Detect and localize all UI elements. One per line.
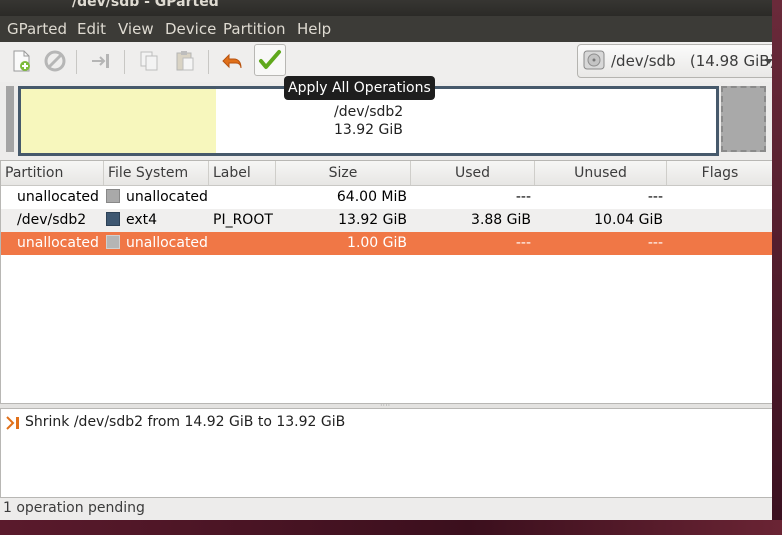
column-unused[interactable]: Unused xyxy=(535,161,667,185)
cell-used: --- xyxy=(515,235,531,251)
cell-flags xyxy=(671,209,772,232)
copy-icon xyxy=(140,51,158,71)
resize-operation-icon xyxy=(6,416,19,430)
menu-device[interactable]: Device xyxy=(165,20,216,38)
menu-gparted[interactable]: GParted xyxy=(7,20,67,38)
column-used[interactable]: Used xyxy=(411,161,535,185)
cell-label xyxy=(213,186,276,209)
column-partition[interactable]: Partition xyxy=(1,161,104,185)
graph-partition-size: 13.92 GiB xyxy=(334,122,403,138)
cell-file-system-text: unallocated xyxy=(126,235,208,251)
cell-file-system: unallocated xyxy=(106,186,209,209)
cell-used: 3.88 GiB xyxy=(471,212,531,228)
device-selector-label: /dev/sdb (14.98 GiB) xyxy=(611,52,772,70)
column-size[interactable]: Size xyxy=(276,161,411,185)
column-file-system[interactable]: File System xyxy=(104,161,209,185)
menu-partition[interactable]: Partition xyxy=(223,20,286,38)
graph-partition-name: /dev/sdb2 xyxy=(334,104,404,120)
cell-unused: --- xyxy=(647,189,663,205)
cell-partition: unallocated xyxy=(17,189,99,205)
operation-description: Shrink /dev/sdb2 from 14.92 GiB to 13.92… xyxy=(25,414,346,430)
paste-icon xyxy=(176,51,194,71)
cell-unused: --- xyxy=(647,235,663,251)
status-text: 1 operation pending xyxy=(3,500,145,516)
table-row[interactable]: unallocated unallocated 64.00 MiB --- --… xyxy=(1,186,772,209)
column-flags[interactable]: Flags xyxy=(667,161,772,185)
menu-view[interactable]: View xyxy=(118,20,154,38)
device-selector[interactable]: /dev/sdb (14.98 GiB) xyxy=(577,44,772,78)
status-bar: 1 operation pending xyxy=(0,498,772,520)
cell-flags xyxy=(671,186,772,209)
resize-move-button[interactable] xyxy=(86,46,116,76)
pending-operations-list: Shrink /dev/sdb2 from 14.92 GiB to 13.92… xyxy=(0,408,772,498)
gparted-window: /dev/sdb - GParted GParted Edit View Dev… xyxy=(0,0,772,520)
cell-unused: 10.04 GiB xyxy=(594,212,663,228)
tooltip: Apply All Operations xyxy=(284,76,435,100)
column-label[interactable]: Label xyxy=(209,161,276,185)
new-partition-button[interactable] xyxy=(6,46,36,76)
partition-table: Partition File System Label Size Used Un… xyxy=(0,160,772,404)
cell-file-system: ext4 xyxy=(106,209,209,232)
list-item[interactable]: Shrink /dev/sdb2 from 14.92 GiB to 13.92… xyxy=(1,413,772,433)
cell-partition: unallocated xyxy=(17,235,99,251)
desktop-background xyxy=(772,0,782,535)
cell-file-system: unallocated xyxy=(106,232,209,255)
graph-unallocated-end[interactable] xyxy=(721,86,766,152)
apply-all-operations-button[interactable] xyxy=(254,44,286,76)
delete-partition-button[interactable] xyxy=(40,46,70,76)
paste-button[interactable] xyxy=(170,46,200,76)
title-bar[interactable]: /dev/sdb - GParted xyxy=(0,0,772,16)
copy-button[interactable] xyxy=(134,46,164,76)
dropdown-arrow-icon xyxy=(765,59,772,64)
cell-used: --- xyxy=(515,189,531,205)
undo-arrow-icon xyxy=(222,53,242,69)
hard-disk-icon xyxy=(583,50,605,70)
menu-help[interactable]: Help xyxy=(297,20,331,38)
no-entry-icon xyxy=(44,50,66,72)
cell-partition: /dev/sdb2 xyxy=(17,212,87,228)
cell-size: 13.92 GiB xyxy=(338,212,407,228)
cell-size: 64.00 MiB xyxy=(336,189,407,205)
cell-file-system-text: ext4 xyxy=(126,212,158,228)
menu-bar: GParted Edit View Device Partition Help xyxy=(0,16,772,42)
cell-label xyxy=(213,232,276,255)
checkmark-icon xyxy=(259,50,281,69)
cell-file-system-text: unallocated xyxy=(126,189,208,205)
fs-color-swatch xyxy=(106,235,120,249)
new-document-icon xyxy=(13,50,30,72)
cell-label: PI_ROOT xyxy=(213,212,273,228)
resize-arrow-icon xyxy=(92,54,109,68)
table-row[interactable]: /dev/sdb2 ext4 PI_ROOT 13.92 GiB 3.88 Gi… xyxy=(1,209,772,232)
cell-size: 1.00 GiB xyxy=(347,235,407,251)
menu-edit[interactable]: Edit xyxy=(77,20,106,38)
graph-used-space xyxy=(21,89,216,153)
fs-color-swatch xyxy=(106,212,120,226)
desktop-bottom xyxy=(0,520,782,535)
table-row-selected[interactable]: unallocated unallocated 1.00 GiB --- --- xyxy=(1,232,772,255)
table-header: Partition File System Label Size Used Un… xyxy=(1,161,772,186)
cell-flags xyxy=(671,232,772,255)
fs-color-swatch xyxy=(106,189,120,203)
graph-unallocated-start[interactable] xyxy=(6,86,14,152)
window-title: /dev/sdb - GParted xyxy=(72,0,219,10)
undo-button[interactable] xyxy=(218,46,248,76)
